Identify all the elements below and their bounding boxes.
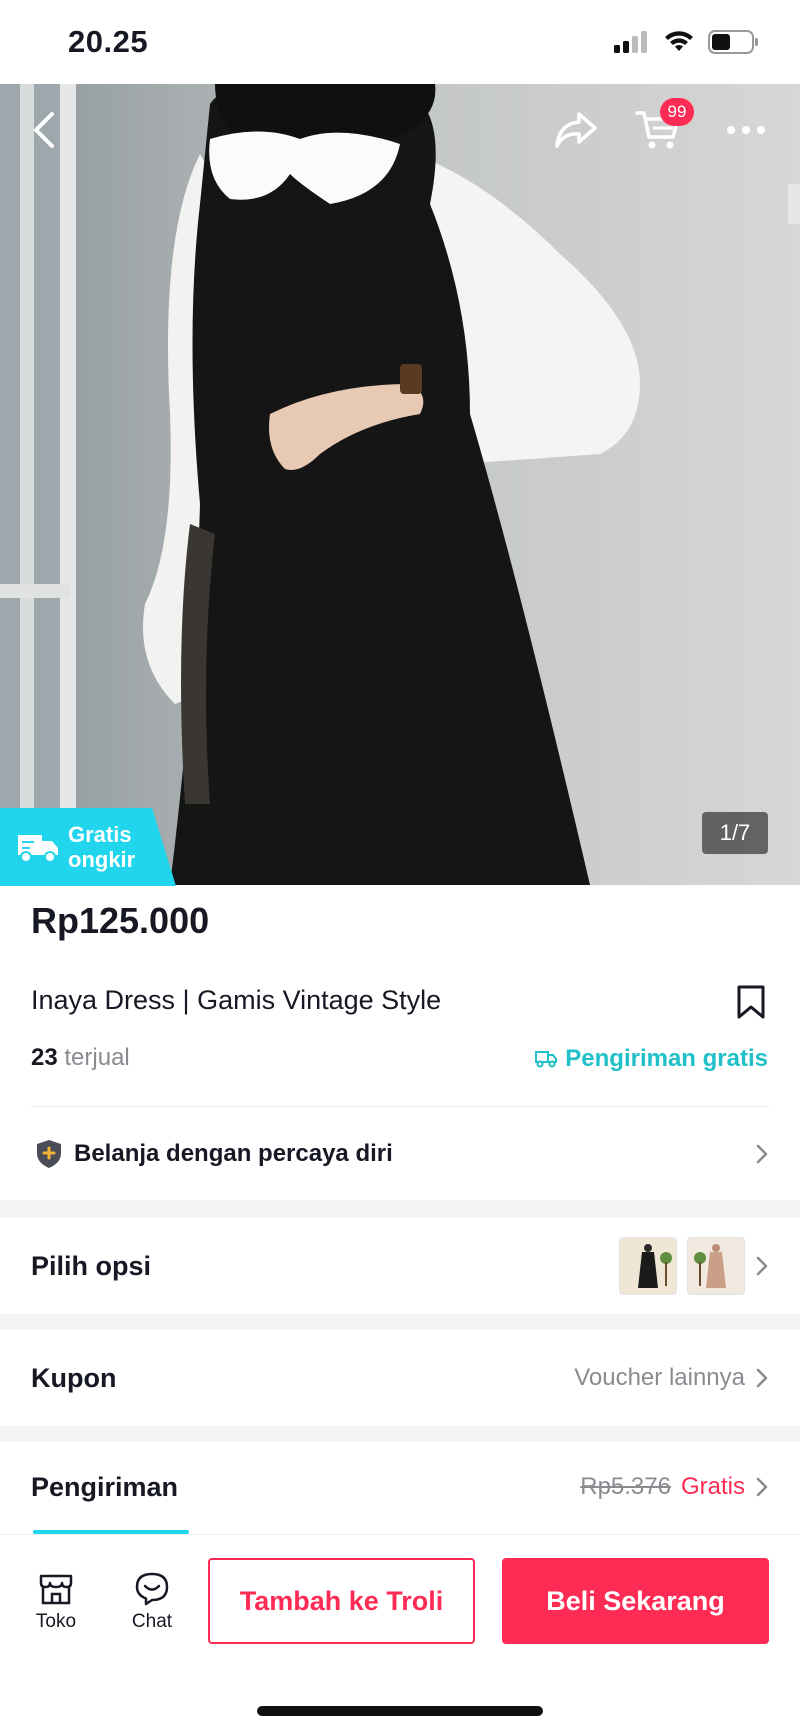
home-indicator[interactable] xyxy=(257,1706,543,1716)
shipping-original-price: Rp5.376 xyxy=(580,1473,671,1500)
product-image-gallery[interactable] xyxy=(0,84,800,885)
shop-label: Toko xyxy=(35,1611,77,1632)
chat-button[interactable]: Chat xyxy=(112,1571,192,1633)
sold-count: 23 terjual xyxy=(31,1044,130,1072)
shield-icon xyxy=(37,1139,61,1168)
delivery-truck-icon-small xyxy=(535,1051,558,1068)
chevron-right-icon xyxy=(756,1477,768,1497)
coupon-value-group: Voucher lainnya xyxy=(574,1364,769,1392)
option-thumbnail-black[interactable] xyxy=(619,1237,677,1295)
battery-icon xyxy=(708,30,758,54)
bottom-action-bar: Toko Chat Tambah ke Troli Beli Sekarang xyxy=(0,1534,800,1732)
share-button[interactable] xyxy=(548,102,604,158)
shipping-label: Pengiriman xyxy=(31,1471,179,1502)
cart-button[interactable]: 99 xyxy=(630,98,694,158)
chat-label: Chat xyxy=(131,1611,173,1632)
section-gap xyxy=(0,1314,800,1330)
status-time: 20.25 xyxy=(68,24,149,59)
bookmark-icon xyxy=(737,985,765,1019)
free-delivery-label[interactable]: Pengiriman gratis xyxy=(535,1045,768,1073)
coupon-row[interactable]: Kupon Voucher lainnya xyxy=(0,1330,800,1426)
shop-button[interactable]: Toko xyxy=(16,1571,96,1633)
cart-count-badge: 99 xyxy=(660,98,694,126)
chat-icon xyxy=(135,1572,169,1606)
back-arrow-icon xyxy=(34,112,54,148)
wifi-icon xyxy=(665,31,693,51)
free-shipping-badge: Gratis ongkir xyxy=(0,808,176,886)
status-bar: 20.25 xyxy=(0,0,800,84)
coupon-value: Voucher lainnya xyxy=(574,1364,745,1391)
coupon-label: Kupon xyxy=(31,1362,117,1393)
shop-icon xyxy=(39,1574,73,1605)
buy-now-button[interactable]: Beli Sekarang xyxy=(502,1558,769,1644)
product-title: Inaya Dress | Gamis Vintage Style xyxy=(31,985,442,1015)
back-button[interactable] xyxy=(16,102,72,158)
share-icon xyxy=(555,112,597,148)
sold-number: 23 xyxy=(31,1044,58,1071)
section-gap xyxy=(0,1200,800,1218)
more-icon xyxy=(727,126,765,134)
shop-with-confidence-text: Belanja dengan percaya diri xyxy=(74,1139,393,1167)
add-to-cart-button[interactable]: Tambah ke Troli xyxy=(208,1558,475,1644)
section-gap xyxy=(0,1426,800,1442)
chevron-right-icon xyxy=(756,1256,768,1276)
chevron-right-icon xyxy=(756,1144,768,1163)
select-options-label: Pilih opsi xyxy=(31,1250,152,1281)
product-price: Rp125.000 xyxy=(31,900,210,941)
top-navigation: 99 xyxy=(0,84,800,176)
chevron-right-icon xyxy=(756,1368,768,1388)
status-icons xyxy=(614,30,760,54)
free-delivery-text: Pengiriman gratis xyxy=(565,1045,768,1072)
product-photo xyxy=(0,84,800,885)
bookmark-button[interactable] xyxy=(736,984,766,1025)
option-image-beige-dress xyxy=(688,1238,744,1294)
option-thumbnails xyxy=(619,1237,769,1295)
shipping-free-price: Gratis xyxy=(680,1473,745,1500)
shipping-price-group: Rp5.376 Gratis xyxy=(580,1473,769,1501)
signal-icon xyxy=(614,31,647,53)
delivery-truck-icon xyxy=(18,835,58,863)
sold-label: terjual xyxy=(64,1044,130,1071)
shop-with-confidence-row[interactable]: Belanja dengan percaya diri xyxy=(0,1107,800,1200)
option-image-black-dress xyxy=(620,1238,676,1294)
image-counter: 1/7 xyxy=(702,812,768,854)
free-shipping-text: Gratis ongkir xyxy=(68,822,136,872)
shipping-row[interactable]: Pengiriman Rp5.376 Gratis xyxy=(0,1442,800,1532)
option-thumbnail-beige[interactable] xyxy=(687,1237,745,1295)
more-options-button[interactable] xyxy=(718,102,774,158)
select-options-row[interactable]: Pilih opsi xyxy=(0,1218,800,1314)
